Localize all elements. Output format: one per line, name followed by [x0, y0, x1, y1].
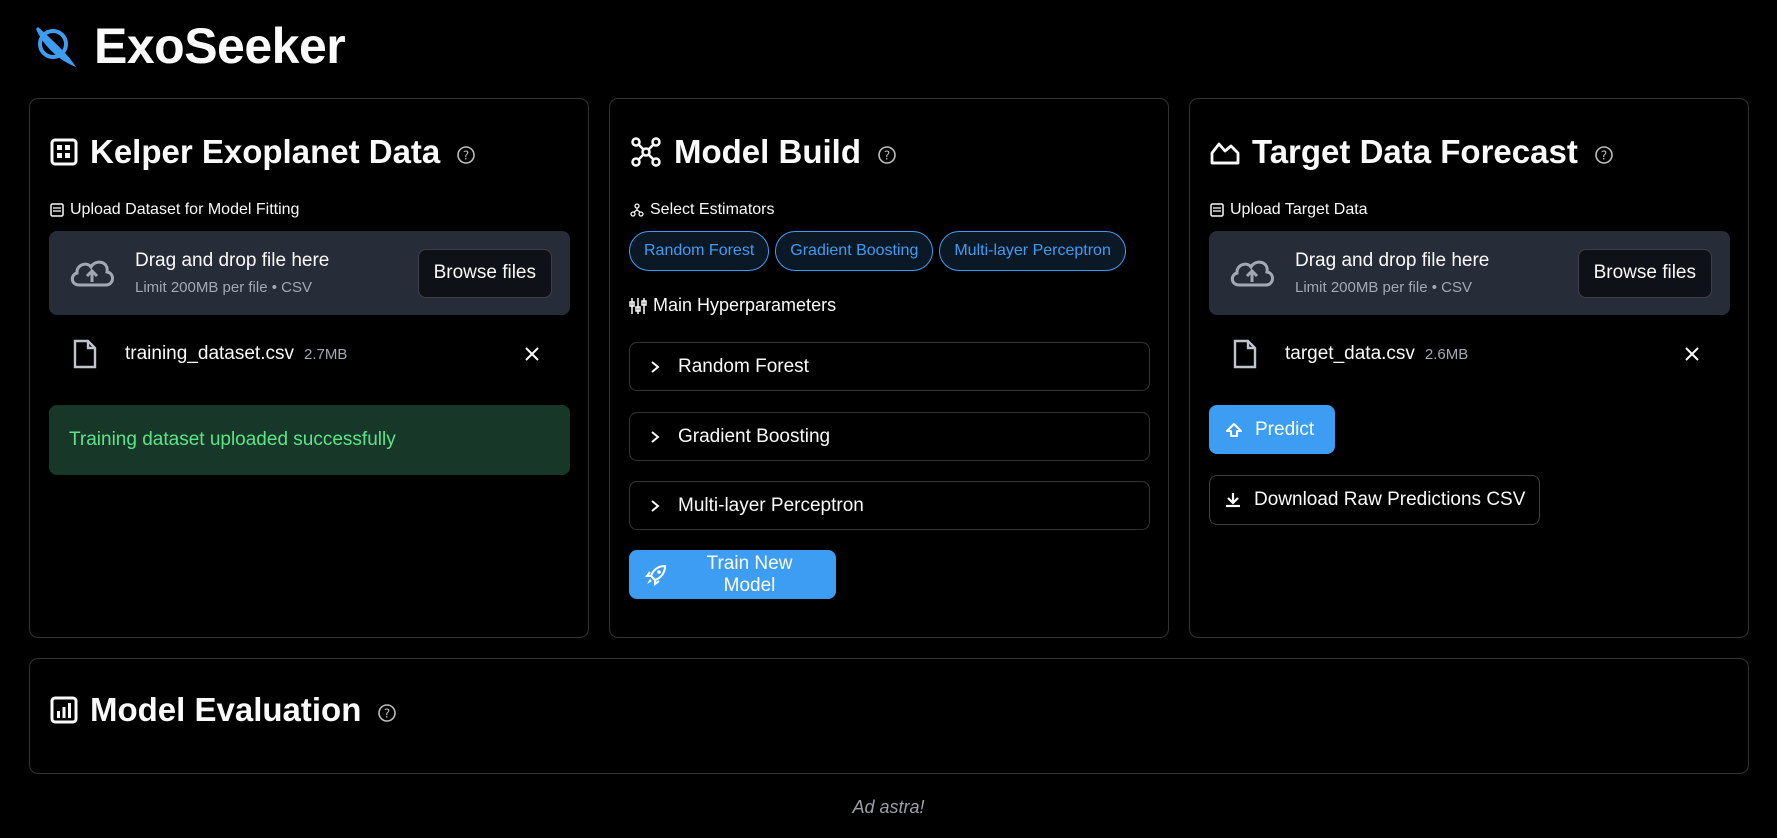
expander-label: Gradient Boosting [678, 425, 831, 447]
evaluation-card-title: Model Evaluation [90, 691, 362, 728]
expander-label: Multi-layer Perceptron [678, 494, 864, 516]
rocket-icon [645, 564, 667, 586]
sliders-icon [629, 297, 647, 315]
area-chart-icon [1210, 139, 1240, 165]
file-dropzone[interactable]: Drag and drop file here Limit 200MB per … [49, 231, 570, 315]
dropzone-title: Drag and drop file here [135, 250, 330, 271]
target-upload-label: Upload Target Data [1210, 201, 1368, 219]
bar-chart-icon [50, 696, 78, 724]
model-card-title: Model Build [674, 133, 861, 170]
data-card-header: Kelper Exoplanet Data ? [50, 133, 476, 171]
expander-multi-layer-perceptron[interactable]: Multi-layer Perceptron [629, 481, 1150, 530]
help-icon[interactable]: ? [456, 145, 476, 165]
svg-text:?: ? [463, 149, 469, 163]
upload-label-text: Upload Dataset for Model Fitting [70, 201, 300, 218]
dropzone-text: Drag and drop file here Limit 200MB per … [135, 250, 418, 296]
browse-files-button[interactable]: Browse files [417, 248, 552, 298]
model-card: Model Build ? Select Estimators Random F… [609, 98, 1169, 638]
browse-files-button[interactable]: Browse files [1577, 248, 1712, 298]
expander-label: Random Forest [678, 355, 809, 377]
uploaded-file-row: training_dataset.csv 2.7MB [49, 331, 570, 377]
app-header: ExoSeeker [30, 18, 346, 74]
tree-icon [630, 203, 644, 217]
pill-gradient-boosting[interactable]: Gradient Boosting [775, 231, 934, 271]
chevron-right-icon [650, 499, 660, 513]
arrow-up-icon [1225, 421, 1243, 439]
file-name: target_data.csv [1285, 343, 1415, 364]
file-icon [1233, 339, 1257, 369]
evaluation-card: Model Evaluation ? [29, 658, 1749, 774]
data-card: Kelper Exoplanet Data ? Upload Dataset f… [29, 98, 589, 638]
expander-random-forest[interactable]: Random Forest [629, 342, 1150, 391]
download-predictions-button[interactable]: Download Raw Predictions CSV [1209, 475, 1541, 525]
target-card-header: Target Data Forecast ? [1210, 133, 1614, 171]
file-size: 2.6MB [1424, 345, 1469, 363]
network-icon [630, 136, 662, 168]
list-icon [1210, 203, 1224, 217]
dropzone-text: Drag and drop file here Limit 200MB per … [1295, 250, 1578, 296]
table-grid-icon [50, 138, 78, 166]
list-icon [50, 203, 64, 217]
svg-text:?: ? [1601, 149, 1607, 163]
pill-multi-layer-perceptron[interactable]: Multi-layer Perceptron [939, 231, 1126, 271]
cloud-upload-icon [1227, 253, 1277, 293]
file-size: 2.7MB [304, 345, 348, 363]
estimators-label: Select Estimators [630, 201, 774, 219]
svg-text:?: ? [884, 149, 890, 163]
chevron-right-icon [650, 430, 660, 444]
file-name: training_dataset.csv [125, 343, 294, 364]
pill-random-forest[interactable]: Random Forest [629, 231, 770, 271]
target-card: Target Data Forecast ? Upload Target Dat… [1189, 98, 1749, 638]
success-alert: Training dataset uploaded successfully [49, 405, 570, 475]
help-icon[interactable]: ? [377, 703, 397, 723]
help-icon[interactable]: ? [1594, 145, 1614, 165]
target-file-dropzone[interactable]: Drag and drop file here Limit 200MB per … [1209, 231, 1730, 315]
svg-text:?: ? [384, 707, 390, 721]
model-card-header: Model Build ? [630, 133, 897, 171]
uploaded-file-row: target_data.csv 2.6MB [1209, 331, 1730, 377]
hyperparameters-label: Main Hyperparameters [629, 295, 836, 316]
train-model-button[interactable]: Train New Model [629, 550, 836, 599]
chevron-right-icon [650, 360, 660, 374]
target-card-title: Target Data Forecast [1252, 133, 1578, 170]
evaluation-card-header: Model Evaluation ? [50, 691, 397, 729]
dropzone-limit: Limit 200MB per file • CSV [135, 279, 312, 296]
train-button-label: Train New Model [706, 552, 793, 596]
predict-button-label: Predict [1255, 418, 1315, 440]
data-card-title: Kelper Exoplanet Data [90, 133, 441, 170]
planet-logo-icon [30, 21, 80, 71]
download-button-label: Download Raw Predictions CSV [1254, 489, 1526, 510]
help-icon[interactable]: ? [877, 145, 897, 165]
footer-text: Ad astra! [852, 797, 925, 817]
file-icon [73, 339, 97, 369]
app-title: ExoSeeker [94, 18, 346, 74]
expander-gradient-boosting[interactable]: Gradient Boosting [629, 412, 1150, 461]
dropzone-title: Drag and drop file here [1295, 250, 1490, 271]
hyperparameters-label-text: Main Hyperparameters [653, 295, 837, 315]
close-icon[interactable] [1684, 346, 1700, 362]
dropzone-limit: Limit 200MB per file • CSV [1295, 279, 1472, 296]
estimators-label-text: Select Estimators [650, 201, 775, 218]
estimator-pills: Random Forest Gradient Boosting Multi-la… [629, 231, 1126, 271]
predict-button[interactable]: Predict [1209, 405, 1335, 454]
close-icon[interactable] [524, 346, 540, 362]
cloud-upload-icon [67, 253, 117, 293]
download-icon [1224, 491, 1242, 509]
target-upload-label-text: Upload Target Data [1230, 201, 1368, 218]
upload-label: Upload Dataset for Model Fitting [50, 201, 299, 219]
